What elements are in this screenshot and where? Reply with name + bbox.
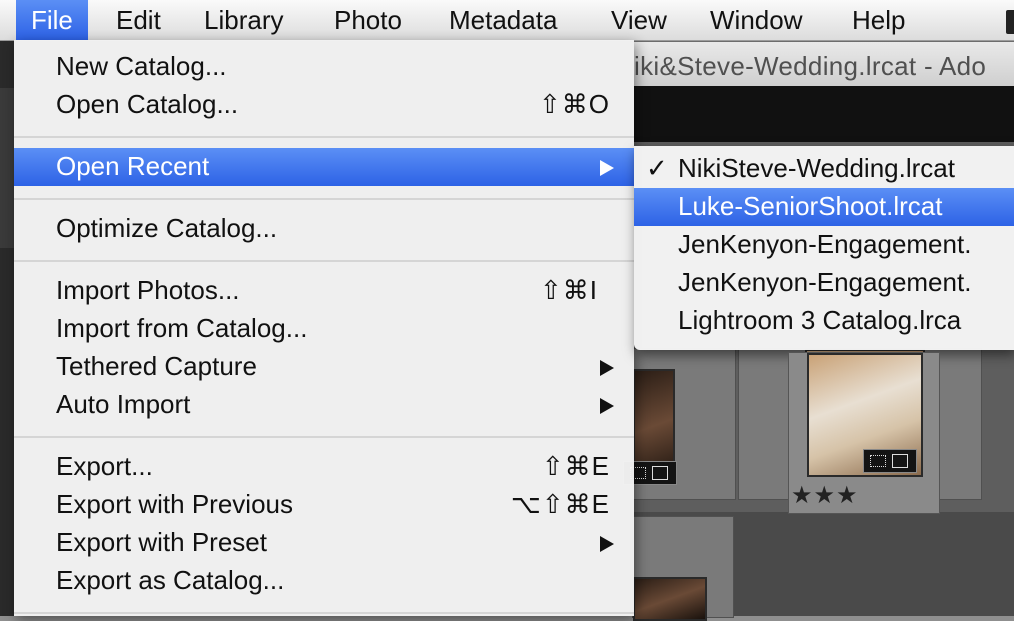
menu-separator — [14, 198, 634, 200]
left-panel-strip — [0, 40, 14, 616]
recent-catalog-label: JenKenyon-Engagement. — [678, 229, 972, 259]
submenu-arrow-icon — [600, 160, 614, 176]
grid-cell[interactable] — [632, 516, 734, 621]
recent-catalog-label: Lightroom 3 Catalog.lrca — [678, 305, 962, 335]
menu-item-tethered-capture[interactable]: Tethered Capture — [14, 348, 634, 386]
recent-catalog-label: Luke-SeniorShoot.lrcat — [678, 191, 943, 221]
menu-item-label: Export with Preset — [56, 527, 267, 557]
menu-item-optimize-catalog[interactable]: Optimize Catalog... — [14, 210, 634, 248]
recent-catalog-label: NikiSteve-Wedding.lrcat — [678, 153, 955, 183]
menu-item-label: Open Catalog... — [56, 89, 239, 119]
file-menu: New Catalog... Open Catalog... ⇧⌘O Open … — [14, 40, 634, 616]
menu-item-label: Import Photos... — [56, 275, 240, 305]
menu-item-label: Optimize Catalog... — [56, 213, 278, 243]
menu-metadata[interactable]: Metadata — [434, 0, 572, 40]
menu-item-label: New Catalog... — [56, 51, 227, 81]
menu-separator — [14, 136, 634, 138]
submenu-arrow-icon — [600, 536, 614, 552]
menu-item-label: Open Recent — [56, 151, 210, 181]
menu-item-open-recent[interactable]: Open Recent — [14, 148, 634, 186]
photo-thumbnail[interactable] — [633, 577, 707, 621]
open-recent-submenu: ✓ NikiSteve-Wedding.lrcat Luke-SeniorSho… — [634, 146, 1014, 350]
recent-catalog-item[interactable]: Luke-SeniorShoot.lrcat — [634, 188, 1014, 226]
shortcut-label: ⌥⇧⌘E — [510, 489, 610, 519]
menu-item-export[interactable]: Export... ⇧⌘E — [14, 448, 634, 486]
menu-separator — [14, 612, 634, 614]
menu-help[interactable]: Help — [837, 0, 920, 40]
recent-catalog-item[interactable]: ✓ NikiSteve-Wedding.lrcat — [634, 150, 1014, 188]
menu-item-import-photos[interactable]: Import Photos... ⇧⌘I — [14, 272, 634, 310]
status-icon[interactable] — [1006, 10, 1014, 34]
menu-item-export-as-catalog[interactable]: Export as Catalog... — [14, 562, 634, 600]
star-rating: ★★★ — [791, 482, 859, 509]
grid-cell[interactable]: ★★★ — [788, 352, 940, 514]
grid-lower-row — [632, 512, 1014, 621]
menu-item-label: Import from Catalog... — [56, 313, 308, 343]
menu-item-import-from-catalog[interactable]: Import from Catalog... — [14, 310, 634, 348]
recent-catalog-item[interactable]: JenKenyon-Engagement. — [634, 264, 1014, 302]
shortcut-label: ⇧⌘I — [539, 275, 598, 305]
menu-separator — [14, 260, 634, 262]
menu-item-open-catalog[interactable]: Open Catalog... ⇧⌘O — [14, 86, 634, 124]
submenu-arrow-icon — [600, 360, 614, 376]
grid-cell[interactable] — [623, 348, 736, 500]
menu-photo[interactable]: Photo — [319, 0, 417, 40]
recent-catalog-label: JenKenyon-Engagement. — [678, 267, 972, 297]
menu-library[interactable]: Library — [189, 0, 298, 40]
app-toolbar — [634, 86, 1014, 142]
menu-item-export-with-preset[interactable]: Export with Preset — [14, 524, 634, 562]
menu-item-auto-import[interactable]: Auto Import — [14, 386, 634, 424]
menu-item-label: Auto Import — [56, 389, 191, 419]
menu-item-export-with-previous[interactable]: Export with Previous ⌥⇧⌘E — [14, 486, 634, 524]
menu-item-label: Export... — [56, 451, 153, 481]
window-title-bar: iki&Steve-Wedding.lrcat - Ado — [634, 42, 1014, 87]
menu-window[interactable]: Window — [695, 0, 817, 40]
shortcut-label: ⇧⌘E — [541, 451, 610, 481]
recent-catalog-item[interactable]: Lightroom 3 Catalog.lrca — [634, 302, 1014, 340]
menu-item-label: Export as Catalog... — [56, 565, 285, 595]
recent-catalog-item[interactable]: JenKenyon-Engagement. — [634, 226, 1014, 264]
menu-bar: File Edit Library Photo Metadata View Wi… — [0, 0, 1014, 41]
menu-item-label: Export with Previous — [56, 489, 293, 519]
menu-view[interactable]: View — [596, 0, 682, 40]
menu-edit[interactable]: Edit — [101, 0, 176, 40]
submenu-arrow-icon — [600, 398, 614, 414]
menu-separator — [14, 436, 634, 438]
edit-badge-icon — [863, 449, 917, 473]
menu-item-label: Tethered Capture — [56, 351, 257, 381]
left-panel-block — [0, 88, 14, 248]
shortcut-label: ⇧⌘O — [538, 89, 610, 119]
checkmark-icon: ✓ — [646, 153, 668, 183]
menu-file[interactable]: File — [16, 0, 88, 40]
window-title: iki&Steve-Wedding.lrcat - Ado — [634, 51, 987, 81]
menu-item-new-catalog[interactable]: New Catalog... — [14, 48, 634, 86]
